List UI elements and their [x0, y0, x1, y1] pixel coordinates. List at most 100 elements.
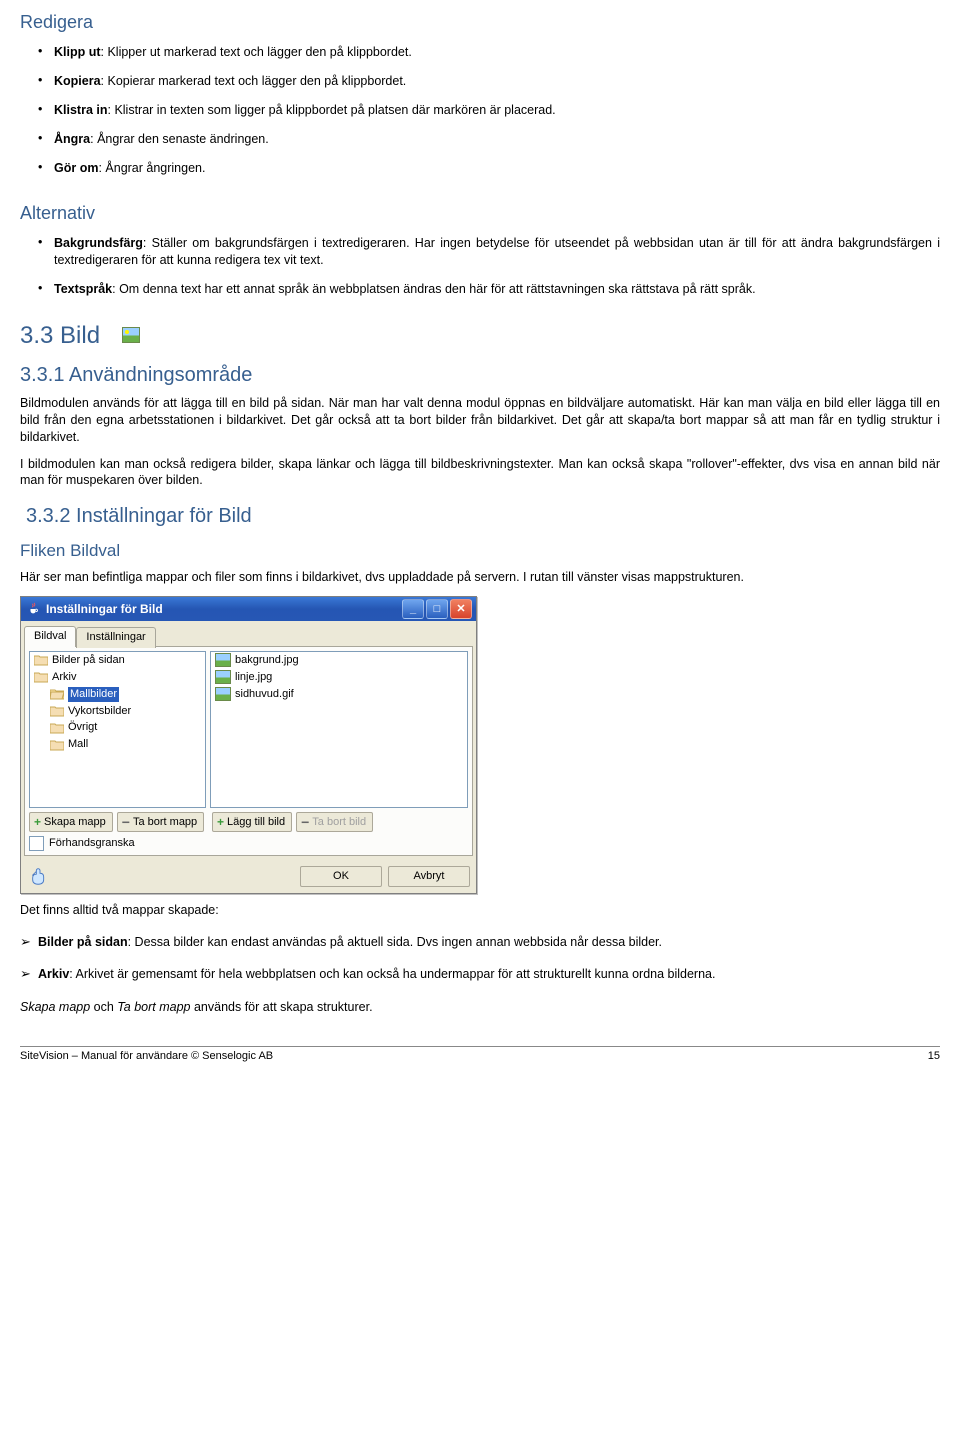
tab-body: Bilder på sidan Arkiv Mallbilder Vykorts…: [24, 646, 473, 856]
text: används för att skapa strukturer.: [191, 1000, 373, 1014]
tree-item[interactable]: Mallbilder: [30, 686, 205, 703]
list-item: Bilder på sidan: Dessa bilder kan endast…: [38, 929, 940, 961]
file-label: linje.jpg: [235, 670, 272, 685]
list-item: Gör om: Ångrar ångringen.: [54, 158, 940, 187]
checkbox-label: Förhandsgranska: [49, 836, 135, 851]
item-text: : Klipper ut markerad text och lägger de…: [101, 45, 412, 59]
paragraph: I bildmodulen kan man också redigera bil…: [20, 456, 940, 490]
add-image-button[interactable]: +Lägg till bild: [212, 812, 292, 832]
heading-alternativ: Alternativ: [20, 201, 940, 225]
minimize-button[interactable]: _: [402, 599, 424, 619]
heading-bild: 3.3 Bild: [20, 320, 940, 352]
folder-icon: [34, 671, 48, 683]
maximize-button[interactable]: □: [426, 599, 448, 619]
dialog-titlebar[interactable]: Inställningar för Bild _ □ ✕: [21, 597, 476, 621]
plus-icon: +: [217, 814, 224, 830]
minus-icon: −: [122, 817, 130, 827]
list-item: Arkiv: Arkivet är gemensamt för hela web…: [38, 961, 940, 993]
heading-fliken: Fliken Bildval: [20, 540, 940, 563]
file-label: bakgrund.jpg: [235, 653, 299, 668]
help-hand-icon[interactable]: [29, 865, 51, 887]
folder-open-icon: [50, 688, 64, 700]
heading-settings: 3.3.2 Inställningar för Bild: [26, 503, 940, 530]
java-icon: [27, 602, 41, 616]
tree-item[interactable]: Arkiv: [30, 669, 205, 686]
italic-term: Skapa mapp: [20, 1000, 90, 1014]
tree-label: Arkiv: [52, 670, 76, 685]
heading-usage: 3.3.1 Användningsområde: [20, 362, 940, 389]
dialog-title: Inställningar för Bild: [46, 601, 400, 617]
paragraph: Skapa mapp och Ta bort mapp används för …: [20, 999, 940, 1016]
file-label: sidhuvud.gif: [235, 687, 294, 702]
tree-label: Mallbilder: [68, 687, 119, 702]
heading-redigera: Redigera: [20, 10, 940, 34]
tree-item[interactable]: Vykortsbilder: [30, 703, 205, 720]
list-item: Kopiera: Kopierar markerad text och lägg…: [54, 71, 940, 100]
tree-item[interactable]: Mall: [30, 736, 205, 753]
folder-icon: [50, 705, 64, 717]
dialog-footer: OK Avbryt: [21, 859, 476, 893]
close-button[interactable]: ✕: [450, 599, 472, 619]
image-file-icon: [215, 653, 231, 667]
item-text: : Kopierar markerad text och lägger den …: [101, 74, 407, 88]
tree-label: Bilder på sidan: [52, 653, 125, 668]
paragraph: Bildmodulen används för att lägga till e…: [20, 395, 940, 446]
item-term: Klistra in: [54, 103, 108, 117]
folders-explain-list: Bilder på sidan: Dessa bilder kan endast…: [20, 929, 940, 993]
preview-checkbox-row[interactable]: Förhandsgranska: [29, 832, 468, 851]
footer-page-number: 15: [928, 1049, 940, 1064]
image-file-icon: [215, 670, 231, 684]
alternativ-list: Bakgrundsfärg: Ställer om bakgrundsfärge…: [20, 233, 940, 308]
item-text: : Ställer om bakgrundsfärgen i textredig…: [54, 236, 940, 267]
delete-image-button[interactable]: −Ta bort bild: [296, 812, 373, 832]
plus-icon: +: [34, 814, 41, 830]
tree-label: Mall: [68, 737, 88, 752]
cancel-button[interactable]: Avbryt: [388, 866, 470, 887]
item-term: Gör om: [54, 161, 98, 175]
file-item[interactable]: sidhuvud.gif: [211, 686, 467, 703]
list-item: Ångra: Ångrar den senaste ändringen.: [54, 129, 940, 158]
item-text: : Om denna text har ett annat språk än w…: [112, 282, 755, 296]
item-term: Klipp ut: [54, 45, 101, 59]
list-item: Textspråk: Om denna text har ett annat s…: [54, 279, 940, 308]
tab-bildval[interactable]: Bildval: [24, 626, 76, 647]
minus-icon: −: [301, 817, 309, 827]
italic-term: Ta bort mapp: [117, 1000, 190, 1014]
tree-item[interactable]: Övrigt: [30, 719, 205, 736]
image-module-icon: [122, 327, 140, 343]
folder-tree[interactable]: Bilder på sidan Arkiv Mallbilder Vykorts…: [29, 651, 206, 808]
item-text: : Dessa bilder kan endast användas på ak…: [128, 935, 662, 949]
page-footer: SiteVision – Manual för användare © Sens…: [20, 1046, 940, 1064]
paragraph: Här ser man befintliga mappar och filer …: [20, 569, 940, 586]
tab-installningar[interactable]: Inställningar: [76, 627, 155, 648]
item-text: : Ångrar ångringen.: [98, 161, 205, 175]
item-term: Arkiv: [38, 967, 69, 981]
delete-folder-button[interactable]: −Ta bort mapp: [117, 812, 204, 832]
folder-icon: [50, 739, 64, 751]
image-file-icon: [215, 687, 231, 701]
text: och: [90, 1000, 117, 1014]
footer-left: SiteVision – Manual för användare © Sens…: [20, 1049, 273, 1064]
item-term: Bakgrundsfärg: [54, 236, 143, 250]
file-item[interactable]: linje.jpg: [211, 669, 467, 686]
item-text: : Ångrar den senaste ändringen.: [90, 132, 269, 146]
ok-button[interactable]: OK: [300, 866, 382, 887]
tabs-row: Bildval Inställningar: [21, 621, 476, 646]
item-term: Ångra: [54, 132, 90, 146]
item-term: Textspråk: [54, 282, 112, 296]
list-item: Klipp ut: Klipper ut markerad text och l…: [54, 42, 940, 71]
list-item: Bakgrundsfärg: Ställer om bakgrundsfärge…: [54, 233, 940, 279]
settings-dialog: Inställningar för Bild _ □ ✕ Bildval Ins…: [20, 596, 477, 894]
checkbox-icon[interactable]: [29, 836, 44, 851]
list-item: Klistra in: Klistrar in texten som ligge…: [54, 100, 940, 129]
tree-label: Övrigt: [68, 720, 97, 735]
tree-label: Vykortsbilder: [68, 704, 131, 719]
create-folder-button[interactable]: +Skapa mapp: [29, 812, 113, 832]
file-item[interactable]: bakgrund.jpg: [211, 652, 467, 669]
tree-item[interactable]: Bilder på sidan: [30, 652, 205, 669]
folder-icon: [34, 654, 48, 666]
file-list[interactable]: bakgrund.jpg linje.jpg sidhuvud.gif: [210, 651, 468, 808]
paragraph: Det finns alltid två mappar skapade:: [20, 902, 940, 919]
item-term: Kopiera: [54, 74, 101, 88]
redigera-list: Klipp ut: Klipper ut markerad text och l…: [20, 42, 940, 186]
